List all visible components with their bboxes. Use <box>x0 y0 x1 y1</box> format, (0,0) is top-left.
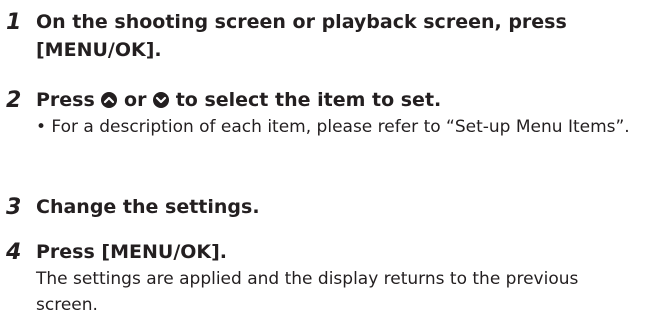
step-number: 3 <box>6 195 22 220</box>
step-number: 2 <box>6 88 22 113</box>
step-number: 1 <box>6 10 22 35</box>
step-note: • For a description of each item, please… <box>36 117 630 137</box>
step-number: 4 <box>6 240 22 265</box>
step-title: On the shooting screen or playback scree… <box>36 11 567 61</box>
up-arrow-button-icon <box>101 92 118 108</box>
step-description: The settings are applied and the display… <box>36 269 579 315</box>
down-arrow-button-icon <box>153 92 170 108</box>
step-title: Press [MENU/OK]. <box>36 241 228 263</box>
step-title: Press or to select the item to set. <box>36 89 442 111</box>
step-title: Change the settings. <box>36 196 260 218</box>
